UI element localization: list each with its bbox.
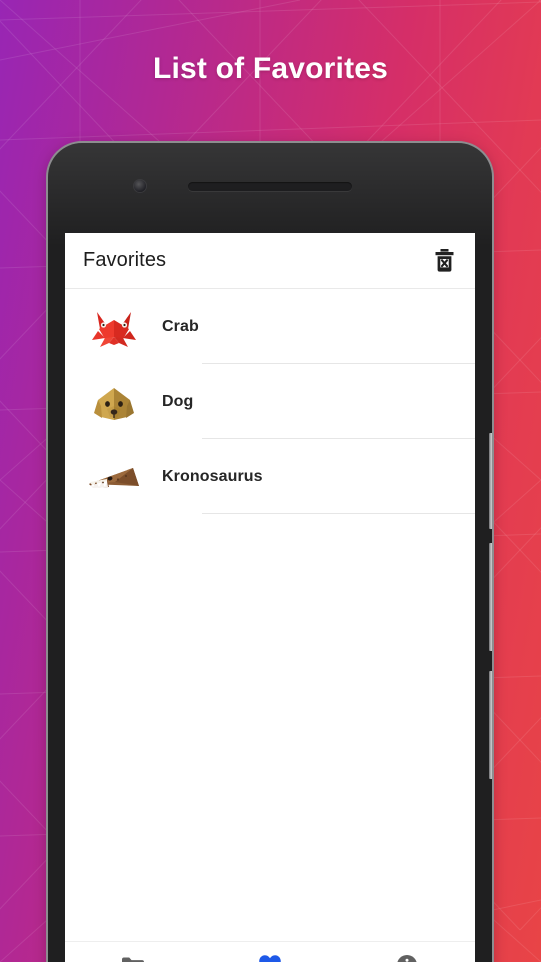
- list-item[interactable]: Crab: [65, 289, 475, 364]
- origami-kronosaurus-icon: [83, 446, 145, 508]
- nav-item-categories[interactable]: Categories: [65, 942, 202, 962]
- origami-crab-icon: [83, 296, 145, 358]
- promo-title: List of Favorites: [152, 52, 389, 85]
- list-item-label: Crab: [162, 317, 199, 335]
- phone-mockup: Favorites Crab Dog Kronosaurus: [48, 143, 492, 962]
- info-circle-icon: [396, 954, 418, 962]
- nav-item-about[interactable]: About: [338, 942, 475, 962]
- bottom-navigation: Categories Favorites A: [65, 941, 475, 962]
- list-item[interactable]: Dog: [65, 364, 475, 439]
- app-bar: Favorites: [65, 233, 475, 289]
- list-divider: [202, 513, 475, 514]
- list-item-label: Kronosaurus: [162, 467, 263, 485]
- favorites-list: Crab Dog Kronosaurus: [65, 289, 475, 941]
- front-camera-icon: [134, 180, 146, 192]
- trash-x-icon: [435, 249, 453, 272]
- volume-up-button[interactable]: [489, 433, 492, 529]
- list-item-label: Dog: [162, 392, 194, 410]
- volume-down-button[interactable]: [489, 543, 492, 651]
- power-button[interactable]: [489, 671, 492, 779]
- app-screen: Favorites Crab Dog Kronosaurus: [65, 233, 475, 962]
- delete-all-button[interactable]: [429, 246, 459, 276]
- page-title: Favorites: [83, 249, 167, 271]
- folder-icon: [121, 954, 145, 962]
- nav-item-favorites[interactable]: Favorites: [202, 942, 339, 962]
- list-item[interactable]: Kronosaurus: [65, 439, 475, 514]
- earpiece-speaker-icon: [188, 182, 352, 191]
- origami-dog-icon: [83, 371, 145, 433]
- heart-icon: [258, 954, 282, 962]
